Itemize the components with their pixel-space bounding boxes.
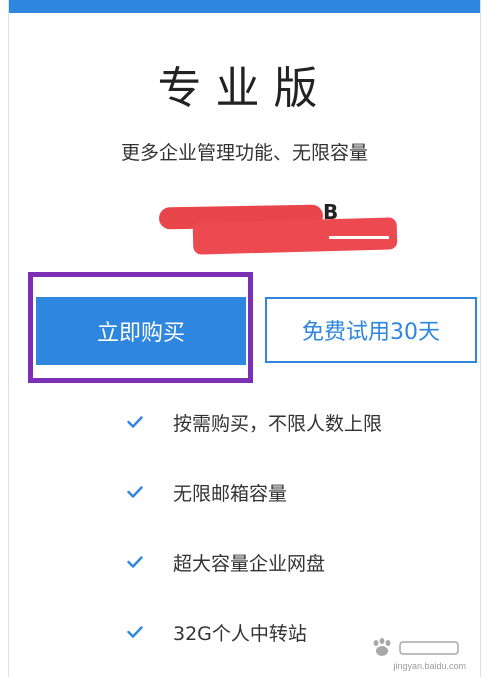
check-icon: [127, 556, 143, 568]
annotation-highlight-box: [28, 272, 253, 383]
feature-label: 超大容量企业网盘: [173, 552, 326, 575]
feature-label: 无限邮箱容量: [173, 482, 288, 505]
feature-label: 32G个人中转站: [173, 622, 307, 645]
watermark-url: jingyan.baidu.com: [393, 661, 466, 671]
check-icon: [127, 416, 143, 428]
check-icon: [127, 486, 143, 498]
feature-item: 超大容量企业网盘: [127, 542, 325, 582]
price-redacted: B: [158, 196, 399, 258]
plan-title: 专业版: [157, 63, 332, 114]
plan-subtitle: 更多企业管理功能、无限容量: [120, 142, 368, 164]
baidu-logo-icon: [373, 638, 459, 656]
feature-item: 按需购买，不限人数上限: [127, 402, 382, 442]
feature-label: 按需购买，不限人数上限: [173, 412, 383, 435]
pricing-card: 专业版 更多企业管理功能、无限容量 B 立即购买 免费试用30天 按需购买，不限…: [8, 0, 481, 677]
redaction-line: [329, 236, 389, 239]
top-accent-strip: [9, 0, 480, 13]
feature-item: 32G个人中转站: [127, 612, 307, 652]
feature-item: 无限邮箱容量: [127, 472, 287, 512]
baidu-jingyan-watermark: jingyan.baidu.com: [366, 637, 466, 671]
check-icon: [127, 626, 143, 638]
free-trial-button[interactable]: 免费试用30天: [265, 297, 477, 363]
